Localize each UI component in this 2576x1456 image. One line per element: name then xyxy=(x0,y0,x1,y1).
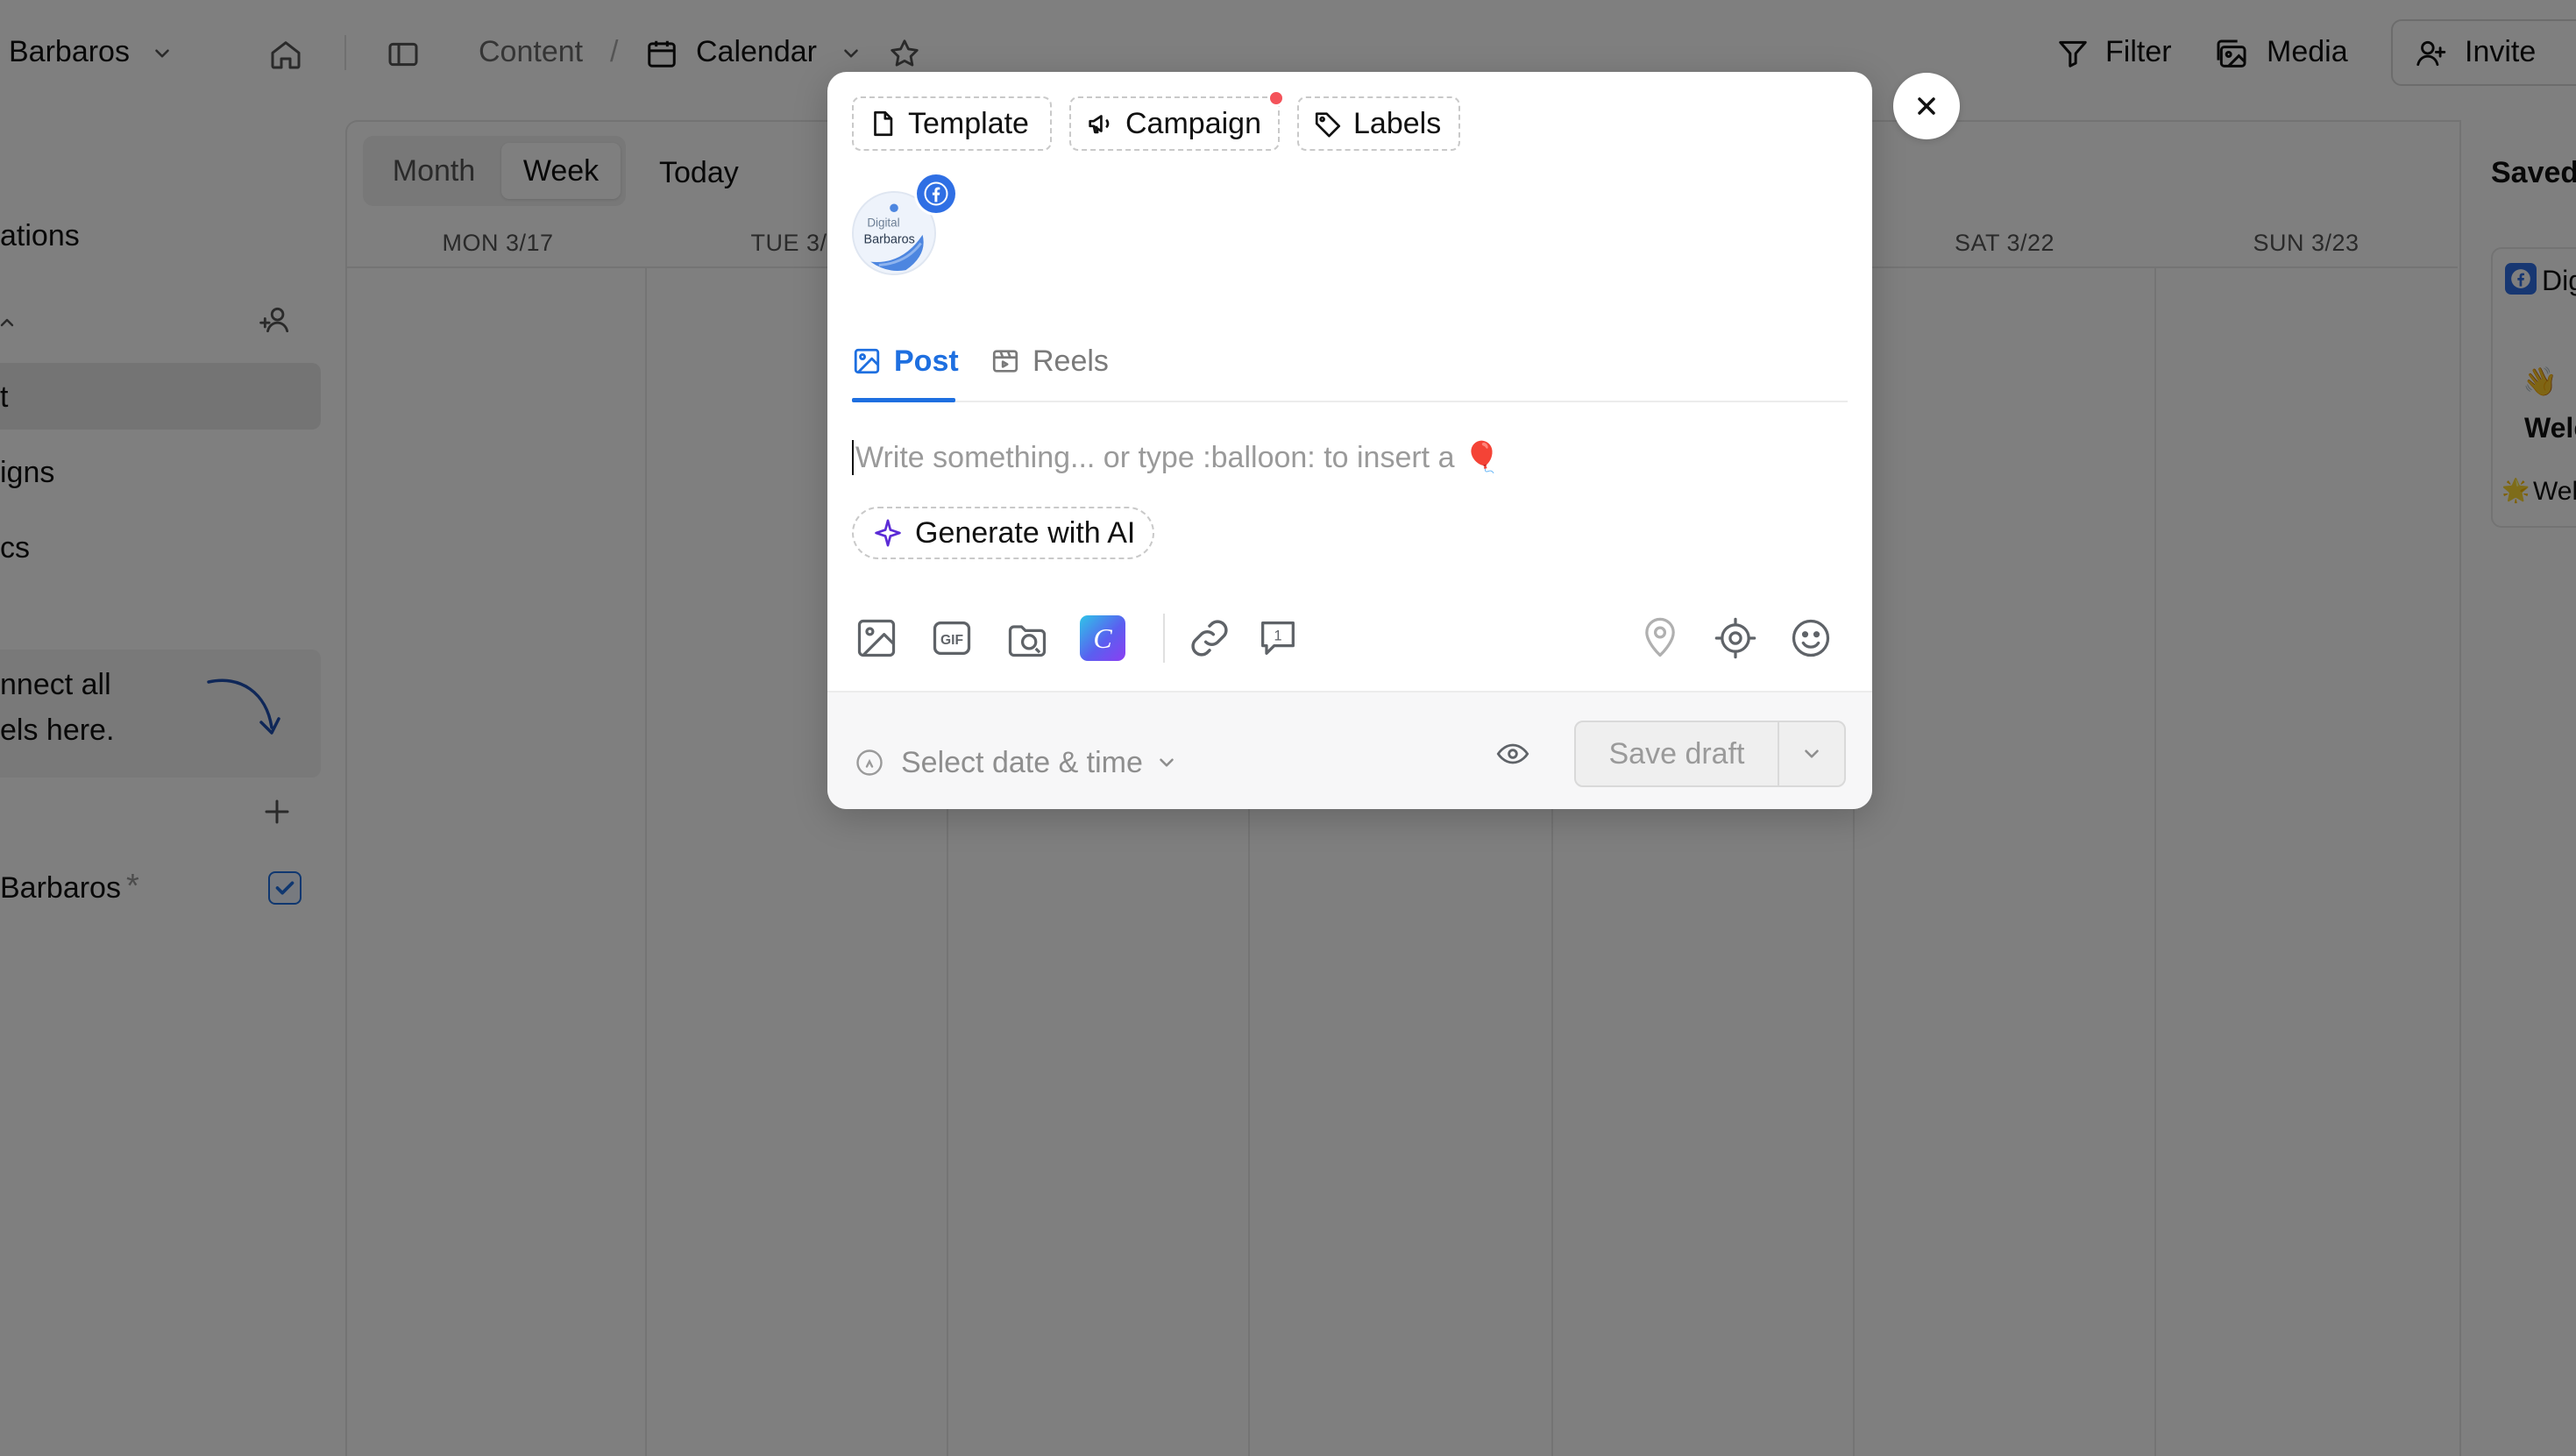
gif-icon[interactable]: GIF xyxy=(929,615,975,661)
save-draft-button[interactable]: Save draft xyxy=(1576,722,1779,785)
toolbar-separator xyxy=(1163,614,1165,663)
reels-icon xyxy=(990,346,1020,376)
chevron-down-icon xyxy=(1805,749,1819,758)
generate-ai-button[interactable]: Generate with AI xyxy=(852,507,1155,559)
campaign-label: Campaign xyxy=(1125,106,1261,140)
generate-ai-label: Generate with AI xyxy=(915,515,1136,550)
svg-text:GIF: GIF xyxy=(940,633,963,648)
emoji-icon[interactable] xyxy=(1788,615,1834,661)
megaphone-icon xyxy=(1085,109,1115,138)
labels-chip[interactable]: Labels xyxy=(1297,96,1460,151)
location-icon[interactable] xyxy=(1637,615,1683,661)
post-text-editor[interactable]: Write something... or type :balloon: to … xyxy=(852,431,1842,484)
image-icon xyxy=(852,346,882,376)
template-chip[interactable]: Template xyxy=(852,96,1052,151)
labels-label: Labels xyxy=(1353,106,1442,140)
editor-placeholder: Write something... or type :balloon: to … xyxy=(855,440,1455,474)
campaign-chip[interactable]: Campaign xyxy=(1069,96,1280,151)
chevron-down-icon xyxy=(1155,751,1178,774)
text-caret xyxy=(852,440,854,475)
modal-footer: Select date & time Save draft xyxy=(827,691,1872,809)
create-post-modal: Template Campaign Labels Digital Barbaro… xyxy=(827,72,1872,809)
first-comment-count: 1 xyxy=(1274,629,1281,644)
target-icon[interactable] xyxy=(1713,615,1758,661)
close-icon xyxy=(1918,97,1935,115)
save-draft-group: Save draft xyxy=(1574,721,1846,787)
canva-letter: C xyxy=(1093,622,1112,654)
tag-icon xyxy=(1313,109,1343,138)
balloon-emoji: 🎈 xyxy=(1463,441,1501,474)
save-options-button[interactable] xyxy=(1779,722,1844,785)
date-time-select[interactable]: Select date & time xyxy=(854,743,1178,782)
facebook-icon xyxy=(917,174,955,213)
template-label: Template xyxy=(908,106,1029,140)
notification-dot xyxy=(1267,89,1285,107)
avatar-text-line2: Barbaros xyxy=(864,233,915,247)
tab-post-label: Post xyxy=(894,344,959,378)
image-icon[interactable] xyxy=(854,615,899,661)
tab-post[interactable]: Post xyxy=(852,335,959,387)
clock-icon xyxy=(854,747,885,778)
canva-icon[interactable]: C xyxy=(1080,615,1125,661)
date-time-label: Select date & time xyxy=(901,745,1143,779)
tabs-divider xyxy=(852,401,1848,402)
close-modal-button[interactable] xyxy=(1893,73,1960,139)
tab-reels[interactable]: Reels xyxy=(990,335,1109,387)
preview-eye-icon[interactable] xyxy=(1495,736,1530,771)
tab-active-indicator xyxy=(852,398,955,402)
sparkle-icon xyxy=(873,518,903,548)
facebook-badge xyxy=(914,172,958,216)
first-comment-icon[interactable]: 1 xyxy=(1255,615,1301,661)
file-icon xyxy=(868,109,898,138)
link-icon[interactable] xyxy=(1187,615,1232,661)
media-library-icon[interactable] xyxy=(1004,615,1050,661)
tab-reels-label: Reels xyxy=(1033,344,1109,378)
avatar-text-line1: Digital xyxy=(867,216,899,229)
